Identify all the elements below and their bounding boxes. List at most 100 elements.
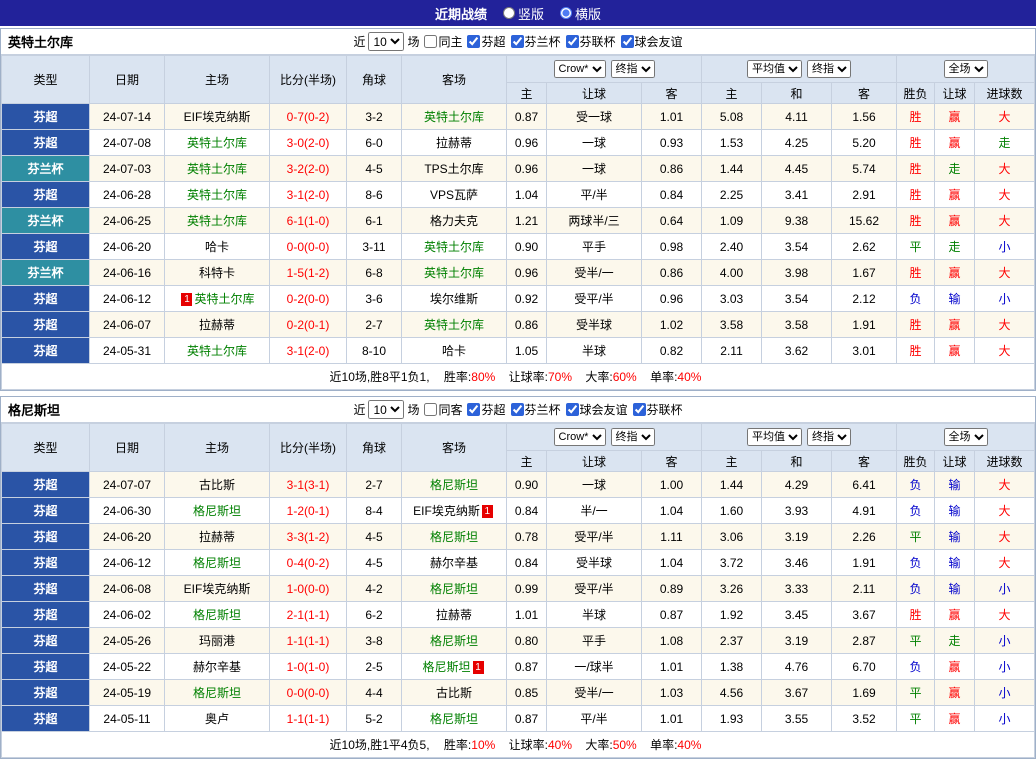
avg-home: 2.40 bbox=[701, 233, 763, 260]
odds-handicap: 受半球 bbox=[546, 549, 642, 576]
match-date: 24-07-08 bbox=[89, 129, 165, 156]
odds-handicap: 受半球 bbox=[546, 311, 642, 338]
league-filter-checkbox[interactable] bbox=[510, 35, 524, 48]
odds-stage-select[interactable]: 终指 bbox=[610, 60, 655, 78]
avg-draw: 3.46 bbox=[761, 549, 833, 576]
match-row: 芬超 24-07-08 英特土尔库 3-0(2-0) 6-0 拉赫蒂 0.96 一球 0.93 1… bbox=[1, 129, 1035, 156]
odds-company-select[interactable]: Crow* bbox=[553, 428, 606, 446]
result-wdl: 胜 bbox=[896, 129, 936, 156]
stat-item: 让球率:40% bbox=[509, 738, 572, 752]
match-score: 1-1(1-1) bbox=[269, 627, 347, 654]
league-type-badge: 芬超 bbox=[1, 233, 90, 260]
odds-company-select[interactable]: Crow* bbox=[553, 60, 606, 78]
match-row: 芬超 24-05-22 赫尔辛基 1-0(1-0) 2-5 格尼斯坦 1 0.87 一/球半 1.… bbox=[1, 653, 1035, 680]
avg-away: 2.62 bbox=[831, 233, 898, 260]
col-odds-home: 主 bbox=[506, 450, 547, 472]
result-goals: 大 bbox=[974, 259, 1035, 286]
odds-home: 1.05 bbox=[506, 337, 547, 364]
league-filter[interactable]: 芬超 bbox=[467, 33, 506, 50]
away-team: 古比斯 bbox=[401, 679, 507, 706]
layout-vertical-radio[interactable] bbox=[502, 7, 515, 19]
match-row: 芬超 24-06-08 EIF埃克纳斯 1-0(0-0) 4-2 格尼斯坦 0.99 受平/半… bbox=[1, 575, 1035, 602]
avg-draw: 4.45 bbox=[761, 155, 833, 182]
recent-count-select[interactable]: 10 bbox=[368, 32, 405, 51]
league-type-badge: 芬超 bbox=[1, 601, 90, 628]
away-team: 英特土尔库 bbox=[401, 259, 507, 286]
match-date: 24-05-31 bbox=[89, 337, 165, 364]
league-filter[interactable]: 芬联杯 bbox=[565, 33, 616, 50]
col-date: 日期 bbox=[89, 55, 165, 104]
league-filter[interactable]: 芬联杯 bbox=[632, 401, 683, 418]
league-filter[interactable]: 球会友谊 bbox=[565, 401, 628, 418]
same-venue-filter[interactable]: 同客 bbox=[424, 401, 462, 418]
odds-home: 0.86 bbox=[506, 311, 547, 338]
odds-away: 0.86 bbox=[640, 155, 703, 182]
result-handicap: 赢 bbox=[934, 679, 976, 706]
page-title: 近期战绩 bbox=[434, 6, 487, 22]
league-type-badge: 芬超 bbox=[1, 575, 90, 602]
odds-away: 1.02 bbox=[640, 311, 703, 338]
home-team: 格尼斯坦 bbox=[164, 549, 270, 576]
col-avg-home: 主 bbox=[701, 450, 763, 472]
match-score: 1-1(1-1) bbox=[269, 705, 347, 732]
same-venue-checkbox[interactable] bbox=[424, 35, 438, 48]
league-filter-checkbox[interactable] bbox=[565, 35, 579, 48]
match-date: 24-07-14 bbox=[89, 103, 165, 130]
odds-handicap: 受半/一 bbox=[546, 679, 642, 706]
league-filter[interactable]: 芬兰杯 bbox=[510, 33, 561, 50]
stat-item: 胜率:10% bbox=[444, 738, 495, 752]
avg-source-select[interactable]: 平均值 bbox=[747, 428, 803, 446]
col-type: 类型 bbox=[1, 423, 90, 472]
team-name: 埃尔维斯 bbox=[429, 292, 478, 306]
league-filter-checkbox[interactable] bbox=[565, 403, 579, 416]
red-card-badge: 1 bbox=[481, 505, 493, 518]
avg-source-select[interactable]: 平均值 bbox=[747, 60, 803, 78]
fulltime-select[interactable]: 全场 bbox=[943, 60, 988, 78]
avg-draw: 3.33 bbox=[761, 575, 833, 602]
match-date: 24-06-08 bbox=[89, 575, 165, 602]
result-wdl: 平 bbox=[896, 523, 936, 550]
league-filter-checkbox[interactable] bbox=[620, 35, 634, 48]
layout-horizontal-option[interactable]: 横版 bbox=[560, 4, 601, 23]
result-goals: 小 bbox=[974, 233, 1035, 260]
avg-stage-select[interactable]: 终指 bbox=[807, 428, 852, 446]
league-type-badge: 芬超 bbox=[1, 337, 90, 364]
odds-away: 1.04 bbox=[640, 549, 703, 576]
recent-count-select[interactable]: 10 bbox=[368, 400, 405, 419]
avg-draw: 3.93 bbox=[761, 497, 833, 524]
odds-away: 1.04 bbox=[640, 497, 703, 524]
avg-stage-select[interactable]: 终指 bbox=[807, 60, 852, 78]
league-filter[interactable]: 球会友谊 bbox=[620, 33, 683, 50]
league-type-badge: 芬超 bbox=[1, 129, 90, 156]
fulltime-select[interactable]: 全场 bbox=[943, 428, 988, 446]
match-date: 24-06-12 bbox=[89, 285, 165, 312]
avg-home: 3.58 bbox=[701, 311, 763, 338]
col-odds-away: 客 bbox=[640, 450, 703, 472]
match-row: 芬超 24-06-20 哈卡 0-0(0-0) 3-11 英特土尔库 0.90 平手 0.98 2… bbox=[1, 233, 1035, 260]
layout-horizontal-radio[interactable] bbox=[560, 7, 572, 19]
stat-item: 单率:40% bbox=[650, 370, 701, 384]
team-name: 格尼斯坦 bbox=[192, 686, 241, 700]
league-filter-checkbox[interactable] bbox=[510, 403, 524, 416]
odds-handicap: 受一球 bbox=[546, 103, 642, 130]
league-filter-checkbox[interactable] bbox=[632, 403, 646, 416]
result-goals: 大 bbox=[974, 471, 1035, 498]
odds-stage-select[interactable]: 终指 bbox=[610, 428, 655, 446]
league-filter[interactable]: 芬兰杯 bbox=[510, 401, 561, 418]
match-date: 24-07-03 bbox=[89, 155, 165, 182]
league-filter-checkbox[interactable] bbox=[467, 403, 481, 416]
same-venue-checkbox[interactable] bbox=[424, 403, 438, 416]
odds-away: 0.87 bbox=[640, 601, 703, 628]
league-filter[interactable]: 芬超 bbox=[467, 401, 506, 418]
avg-draw: 3.55 bbox=[761, 705, 833, 732]
league-type-badge: 芬兰杯 bbox=[1, 259, 90, 286]
layout-vertical-option[interactable]: 竖版 bbox=[502, 4, 544, 23]
team-section: 格尼斯坦 近 10 场 同客 芬超 芬兰杯 球会友谊 芬联杯 类型 日期 主场 … bbox=[0, 396, 1036, 759]
avg-home: 4.00 bbox=[701, 259, 763, 286]
avg-draw: 3.62 bbox=[761, 337, 833, 364]
team-name: 赫尔辛基 bbox=[192, 660, 241, 674]
col-away: 客场 bbox=[401, 423, 507, 472]
league-filter-checkbox[interactable] bbox=[467, 35, 481, 48]
home-team: 哈卡 bbox=[164, 233, 270, 260]
same-venue-filter[interactable]: 同主 bbox=[424, 33, 462, 50]
